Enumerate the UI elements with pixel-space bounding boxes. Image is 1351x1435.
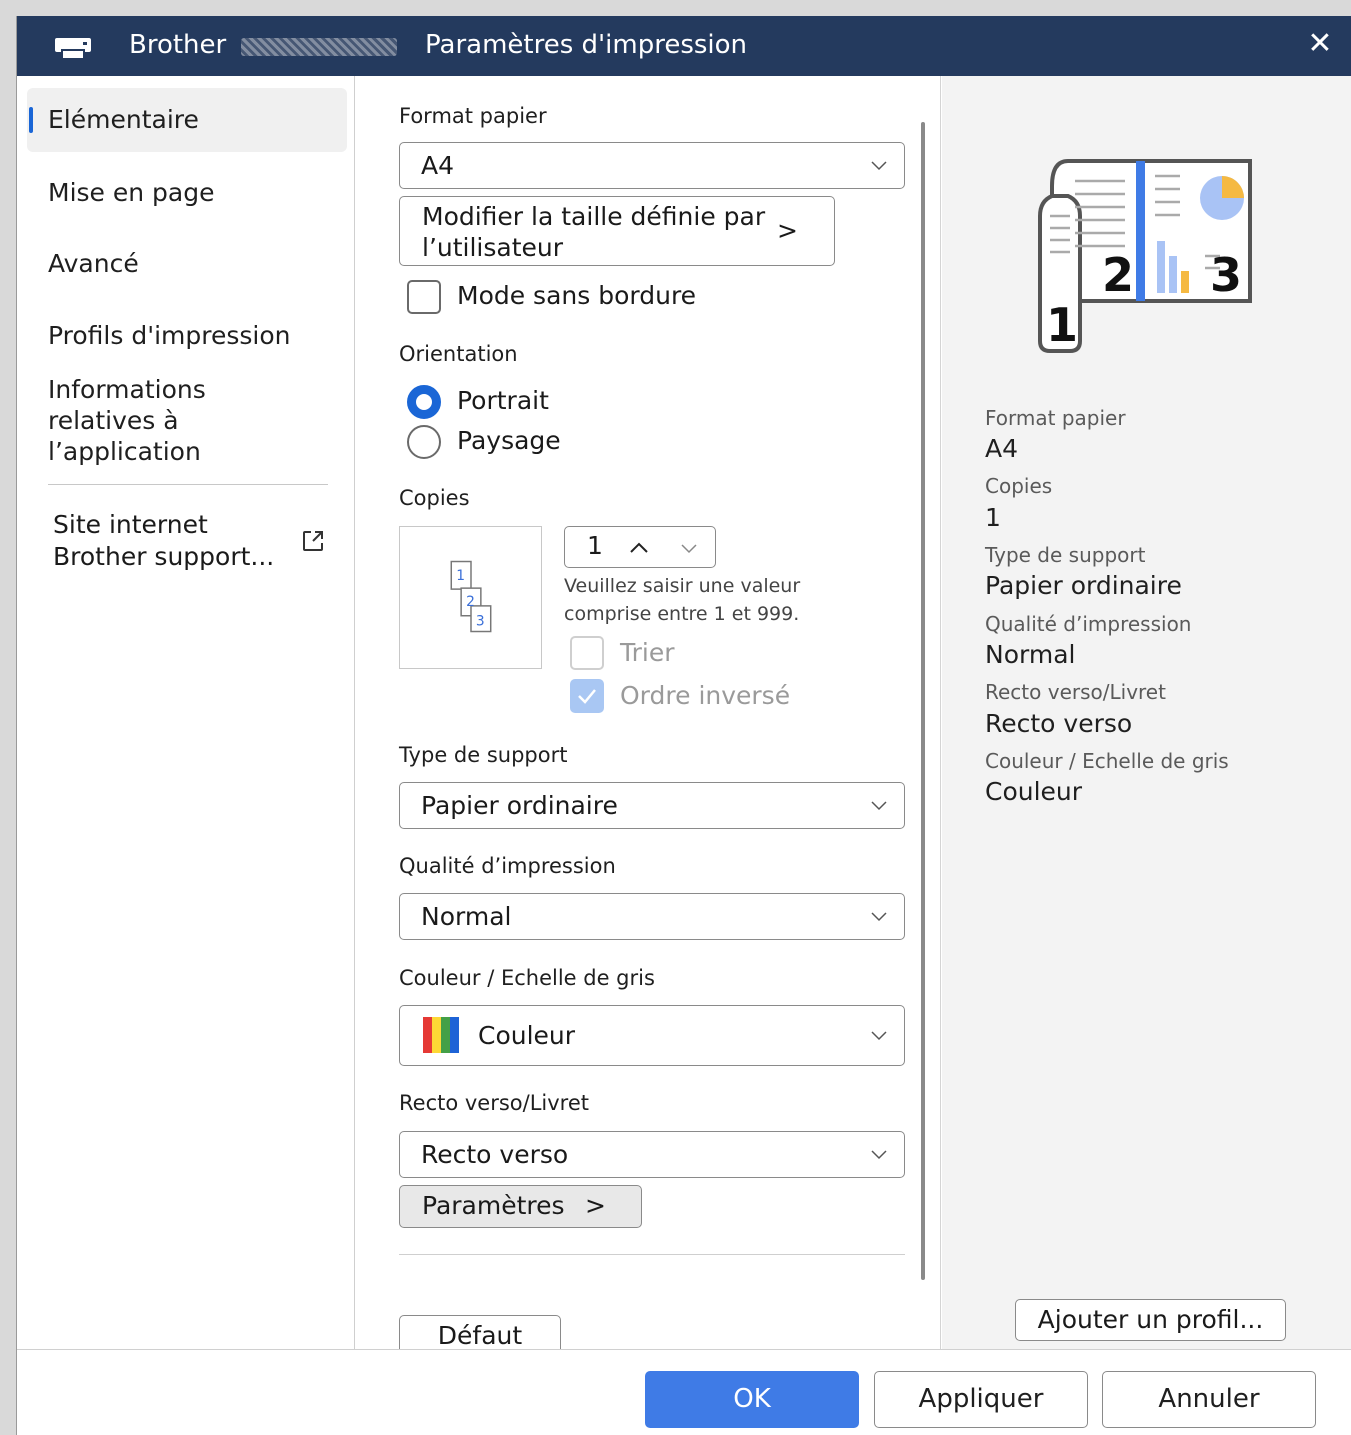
media-type-label: Type de support: [399, 743, 568, 767]
reverse-order-label: Ordre inversé: [620, 681, 791, 710]
dialog-footer: OK Appliquer Annuler: [17, 1349, 1351, 1435]
sidebar-item-avance[interactable]: Avancé: [27, 248, 347, 279]
paper-size-value: A4: [421, 151, 455, 180]
window-brand: Brother: [129, 30, 227, 60]
collate-label: Trier: [620, 638, 675, 667]
copies-hint: Veuillez saisir une valeur comprise entr…: [564, 575, 801, 625]
paper-size-label: Format papier: [399, 104, 547, 128]
duplex-settings-label: Paramètres: [422, 1191, 565, 1220]
duplex-settings-button[interactable]: Paramètres >: [399, 1185, 642, 1228]
support-link-label: Site internet Brother support...: [53, 510, 275, 571]
copies-label: Copies: [399, 486, 470, 510]
sidebar-item-label: Avancé: [48, 249, 139, 278]
stacked-copies-icon: 1 2 3: [450, 560, 492, 633]
landscape-radio[interactable]: [407, 425, 441, 459]
cancel-button[interactable]: Annuler: [1102, 1371, 1316, 1428]
print-quality-label: Qualité d’impression: [399, 854, 616, 878]
summary-label: Couleur / Echelle de gris: [985, 749, 1229, 773]
checkmark-icon: [578, 689, 596, 704]
sidebar-item-label: Informations relatives à l’application: [48, 375, 206, 466]
sidebar-item-profils[interactable]: Profils d'impression: [27, 320, 347, 351]
sidebar-divider: [48, 484, 328, 485]
external-link-icon: [303, 531, 323, 551]
copy-page-3: 3: [476, 614, 485, 630]
preview-page-2: 2: [1102, 248, 1134, 302]
sidebar-item-label: Elémentaire: [48, 105, 199, 134]
print-quality-select[interactable]: Normal: [399, 893, 905, 940]
window-title: Paramètres d'impression: [425, 30, 748, 60]
sidebar-item-label: Profils d'impression: [48, 321, 291, 350]
summary-value: Normal: [985, 640, 1076, 669]
preview-page-1: 1: [1046, 298, 1078, 352]
active-indicator: [29, 107, 33, 133]
summary-value: A4: [985, 434, 1019, 463]
paper-size-select[interactable]: A4: [399, 142, 905, 189]
chevron-down-icon[interactable]: [678, 537, 700, 559]
media-type-select[interactable]: Papier ordinaire: [399, 782, 905, 829]
add-profile-button[interactable]: Ajouter un profil...: [1015, 1299, 1286, 1341]
color-value: Couleur: [478, 1021, 576, 1050]
chevron-down-icon: [871, 912, 887, 922]
copies-icon-box: 1 2 3: [399, 526, 542, 669]
borderless-label: Mode sans bordure: [457, 281, 697, 310]
scrollbar[interactable]: [921, 122, 925, 1280]
print-quality-value: Normal: [421, 902, 512, 931]
sidebar-item-mise-en-page[interactable]: Mise en page: [27, 177, 347, 208]
chevron-down-icon: [871, 801, 887, 811]
close-button[interactable]: ✕: [1305, 26, 1335, 62]
summary-label: Copies: [985, 474, 1053, 498]
custom-size-label: Modifier la taille définie par l’utilisa…: [422, 202, 766, 262]
chevron-right-icon: >: [585, 1191, 606, 1220]
chevron-right-icon: >: [777, 216, 798, 245]
copy-page-1: 1: [456, 568, 465, 584]
summary-label: Format papier: [985, 406, 1126, 430]
print-settings-window: Brother Paramètres d'impression ✕ Elémen…: [16, 16, 1351, 1435]
sidebar-item-label: Mise en page: [48, 178, 215, 207]
printer-icon: [55, 38, 91, 60]
title-bar: Brother Paramètres d'impression ✕: [17, 16, 1351, 76]
orientation-label: Orientation: [399, 342, 518, 366]
reverse-order-checkbox[interactable]: [570, 679, 604, 713]
summary-label: Qualité d’impression: [985, 612, 1192, 636]
sidebar-nav: Elémentaire Mise en page Avancé Profils …: [17, 76, 355, 1349]
summary-value: Papier ordinaire: [985, 571, 1182, 600]
sidebar-item-informations[interactable]: Informations relatives à l’application: [27, 374, 287, 467]
sidebar-item-elementaire[interactable]: Elémentaire: [27, 88, 347, 152]
color-bars-icon: [423, 1017, 459, 1053]
summary-value: Couleur: [985, 777, 1083, 806]
chevron-down-icon: [871, 161, 887, 171]
duplex-value: Recto verso: [421, 1140, 569, 1169]
settings-panel: Format papier A4 Modifier la taille défi…: [356, 76, 941, 1357]
preview-page-3: 3: [1210, 248, 1242, 302]
redacted-model-name: [241, 38, 397, 56]
portrait-radio[interactable]: [407, 385, 441, 419]
summary-panel: 1 2 3 Format papier A4 Copies 1 Type de …: [942, 76, 1351, 1349]
summary-label: Type de support: [985, 543, 1146, 567]
collate-checkbox[interactable]: [570, 636, 604, 670]
duplex-booklet-preview-icon: 1 2 3: [1038, 159, 1252, 353]
chevron-up-icon[interactable]: [628, 537, 650, 559]
copy-page-2: 2: [466, 594, 475, 610]
color-select[interactable]: Couleur: [399, 1005, 905, 1066]
borderless-checkbox[interactable]: [407, 280, 441, 314]
summary-value: 1: [985, 503, 1001, 532]
custom-size-button[interactable]: Modifier la taille définie par l’utilisa…: [399, 196, 835, 266]
color-label: Couleur / Echelle de gris: [399, 966, 655, 990]
summary-value: Recto verso: [985, 709, 1133, 738]
chevron-down-icon: [871, 1031, 887, 1041]
duplex-select[interactable]: Recto verso: [399, 1131, 905, 1178]
copies-spinbox[interactable]: 1: [564, 526, 716, 568]
portrait-label: Portrait: [457, 386, 549, 415]
media-type-value: Papier ordinaire: [421, 791, 618, 820]
copies-value: 1: [587, 531, 603, 560]
section-divider: [399, 1254, 905, 1255]
summary-label: Recto verso/Livret: [985, 680, 1166, 704]
chevron-down-icon: [871, 1150, 887, 1160]
duplex-label: Recto verso/Livret: [399, 1091, 590, 1115]
brother-support-link[interactable]: Site internet Brother support...: [53, 509, 343, 573]
apply-button[interactable]: Appliquer: [874, 1371, 1088, 1428]
landscape-label: Paysage: [457, 426, 561, 455]
ok-button[interactable]: OK: [645, 1371, 859, 1428]
